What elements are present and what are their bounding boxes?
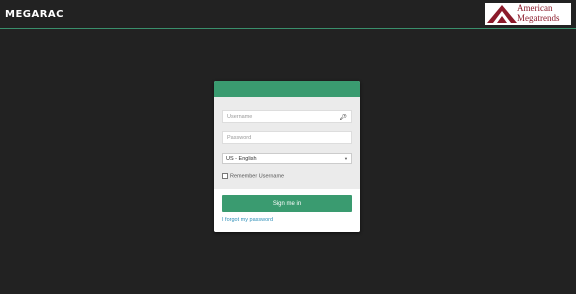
chevron-down-icon: ▼ <box>344 156 348 161</box>
top-bar: MEGARAC American Megatrends <box>0 0 576 29</box>
password-field[interactable] <box>222 131 352 144</box>
logo-line-2: Megatrends <box>517 12 560 23</box>
ami-logo-text: American Megatrends <box>517 3 560 23</box>
remember-username[interactable]: Remember Username <box>222 173 284 179</box>
remember-label: Remember Username <box>230 173 285 180</box>
brand-title: MEGARAC <box>5 9 65 20</box>
password-input[interactable] <box>223 132 351 143</box>
login-panel: 🔑︎ US - English ▼ Remember Username Sign… <box>214 81 360 232</box>
remember-checkbox[interactable] <box>222 173 228 179</box>
forgot-password-link[interactable]: I forgot my password <box>222 217 273 223</box>
login-panel-header <box>214 81 360 97</box>
ami-logo-icon <box>487 5 517 23</box>
username-input[interactable] <box>223 111 351 122</box>
key-icon[interactable]: 🔑︎ <box>339 114 347 121</box>
language-select[interactable]: US - English ▼ <box>222 153 352 164</box>
username-field[interactable]: 🔑︎ <box>222 110 352 123</box>
ami-logo: American Megatrends <box>485 3 571 25</box>
login-actions: Sign me in I forgot my password <box>214 189 360 232</box>
language-selected-value: US - English <box>226 156 257 162</box>
sign-in-button[interactable]: Sign me in <box>222 195 352 212</box>
